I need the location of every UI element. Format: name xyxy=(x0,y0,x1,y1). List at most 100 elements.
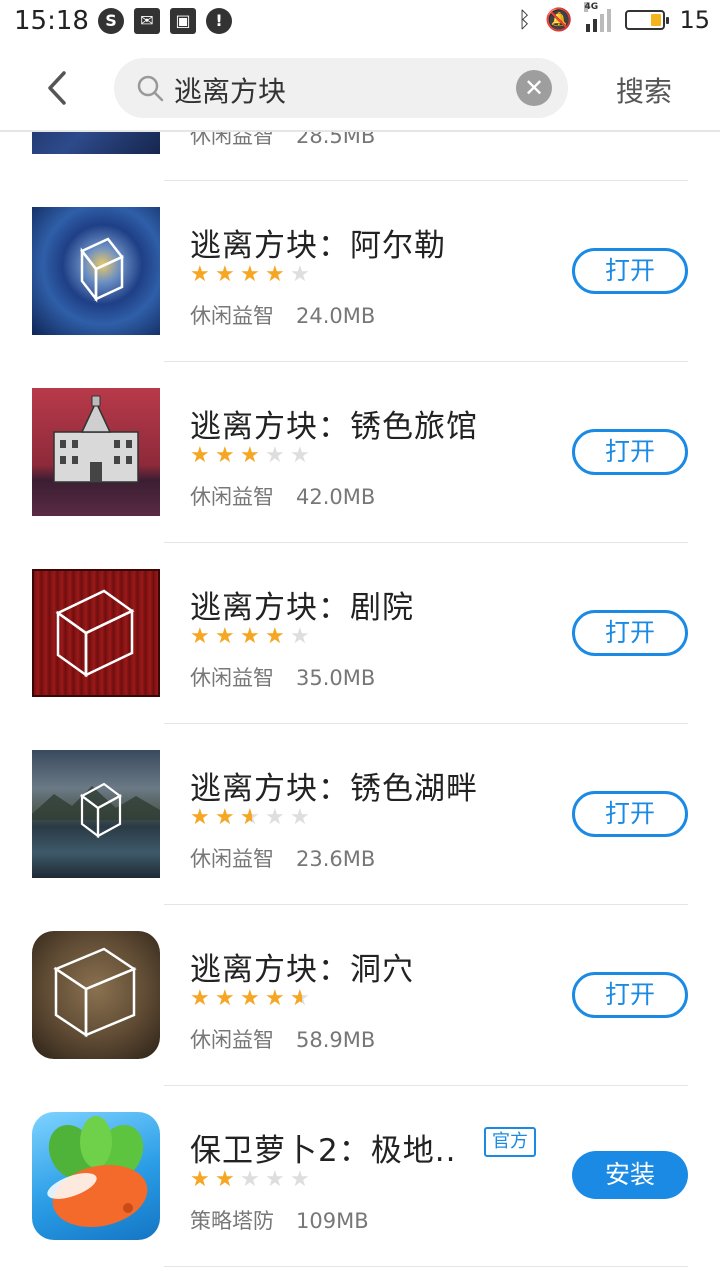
mail-notification-icon: ✉ xyxy=(134,8,160,34)
app-meta: 休闲益智 28.5MB xyxy=(190,132,376,148)
divider xyxy=(164,1266,688,1267)
app-title: 保卫萝卜2：极地.. xyxy=(190,1133,457,1169)
star-full-icon: ★ xyxy=(265,262,285,287)
mute-icon: 🔕 xyxy=(545,7,573,33)
star-empty-icon: ★ xyxy=(265,443,285,468)
app-size: 23.6MB xyxy=(296,847,376,871)
star-full-icon: ★ xyxy=(240,986,260,1011)
star-empty-icon: ★ xyxy=(265,805,285,830)
app-icon xyxy=(32,207,160,335)
app-title: 逃离方块：阿尔勒 xyxy=(190,228,446,264)
star-full-icon: ★ xyxy=(190,262,210,287)
chevron-left-icon xyxy=(48,71,66,105)
star-full-icon: ★ xyxy=(190,805,210,830)
app-size: 42.0MB xyxy=(296,485,376,509)
list-item[interactable]: 逃离方块：锈色湖畔 ★★★★★ 休闲益智23.6MB 打开 xyxy=(0,723,720,905)
app-category: 策略塔防 xyxy=(190,1209,274,1233)
status-right: ᛒ 🔕 4G 15 xyxy=(517,2,710,34)
app-size: 35.0MB xyxy=(296,666,376,690)
search-header: 逃离方块 ✕ 搜索 xyxy=(0,44,720,132)
battery-percent: 15 xyxy=(679,6,710,34)
app-meta: 休闲益智 23.6MB xyxy=(190,843,375,873)
open-button[interactable]: 打开 xyxy=(572,429,688,475)
open-button[interactable]: 打开 xyxy=(572,248,688,294)
app-size: 109MB xyxy=(296,1209,369,1233)
rating-stars: ★ ★ ★ ★ ★ xyxy=(190,626,313,648)
rating-stars: ★ ★ ★ ★ ★ xyxy=(190,445,313,467)
list-item[interactable]: 保卫萝卜2：极地.. 官方 ★ ★ ★ ★ ★ 策略塔防 109MB 安装 xyxy=(0,1085,720,1267)
app-size: 24.0MB xyxy=(296,304,376,328)
open-button[interactable]: 打开 xyxy=(572,972,688,1018)
app-title: 逃离方块：洞穴 xyxy=(190,952,414,988)
app-title: 逃离方块：锈色湖畔 xyxy=(190,771,478,807)
star-full-icon: ★ xyxy=(240,443,260,468)
app-category: 休闲益智 xyxy=(190,485,274,509)
star-full-icon: ★ xyxy=(215,986,235,1011)
star-empty-icon: ★ xyxy=(290,805,310,830)
image-notification-icon: ▣ xyxy=(170,8,196,34)
app-meta: 休闲益智 35.0MB xyxy=(190,662,375,692)
star-full-icon: ★ xyxy=(215,1167,235,1192)
star-empty-icon: ★ xyxy=(290,1167,310,1192)
app-icon xyxy=(32,931,160,1059)
star-full-icon: ★ xyxy=(215,624,235,649)
star-empty-icon: ★ xyxy=(265,1167,285,1192)
signal-icon: 4G xyxy=(584,2,612,32)
app-meta: 休闲益智 24.0MB xyxy=(190,300,375,330)
battery-icon xyxy=(625,10,670,30)
app-category: 休闲益智 xyxy=(190,1028,274,1052)
notification-icons: S ✉ ▣ ! xyxy=(98,8,232,34)
star-full-icon: ★ xyxy=(265,986,285,1011)
list-item[interactable]: 逃离方块：阿尔勒 ★ ★ ★ ★ ★ 休闲益智 24.0MB 打开 xyxy=(0,180,720,362)
app-title: 逃离方块：剧院 xyxy=(190,590,414,626)
rating-stars: ★ ★ ★ ★ ★ xyxy=(190,986,313,1011)
app-icon xyxy=(32,569,160,697)
app-notification-icon: S xyxy=(98,8,124,34)
search-input[interactable]: 逃离方块 ✕ xyxy=(114,58,568,118)
star-full-icon: ★ xyxy=(215,805,235,830)
clear-search-button[interactable]: ✕ xyxy=(516,70,552,106)
star-full-icon: ★ xyxy=(190,624,210,649)
app-meta: 策略塔防 109MB xyxy=(190,1205,369,1235)
star-full-icon: ★ xyxy=(190,1167,210,1192)
star-full-icon: ★ xyxy=(240,262,260,287)
list-item-partial[interactable]: 休闲益智 28.5MB xyxy=(0,132,720,181)
status-bar: 15:18 S ✉ ▣ ! ᛒ 🔕 4G 15 xyxy=(0,0,720,44)
network-type-label: 4G xyxy=(584,2,599,12)
star-full-icon: ★ xyxy=(215,443,235,468)
app-icon xyxy=(32,132,160,154)
search-button[interactable]: 搜索 xyxy=(616,70,672,110)
star-empty-icon: ★ xyxy=(290,262,310,287)
rating-stars: ★ ★ ★ ★ ★ xyxy=(190,805,313,830)
app-title: 逃离方块：锈色旅馆 xyxy=(190,409,478,445)
star-empty-icon: ★ xyxy=(290,443,310,468)
back-button[interactable] xyxy=(40,70,76,106)
app-category: 休闲益智 xyxy=(190,847,274,871)
star-empty-icon: ★ xyxy=(290,624,310,649)
star-full-icon: ★ xyxy=(215,262,235,287)
app-meta: 休闲益智 42.0MB xyxy=(190,481,375,511)
install-button[interactable]: 安装 xyxy=(572,1151,688,1199)
star-full-icon: ★ xyxy=(240,624,260,649)
app-icon xyxy=(32,1112,160,1240)
open-button[interactable]: 打开 xyxy=(572,791,688,837)
star-empty-icon: ★ xyxy=(240,1167,260,1192)
star-full-icon: ★ xyxy=(190,986,210,1011)
app-icon xyxy=(32,750,160,878)
app-icon xyxy=(32,388,160,516)
rating-stars: ★ ★ ★ ★ ★ xyxy=(190,264,313,286)
list-item[interactable]: 逃离方块：洞穴 ★★★★★ 休闲益智58.9MB 打开 xyxy=(0,904,720,1086)
alert-notification-icon: ! xyxy=(206,8,232,34)
search-query[interactable]: 逃离方块 xyxy=(174,70,286,110)
app-category: 休闲益智 xyxy=(190,304,274,328)
open-button[interactable]: 打开 xyxy=(572,610,688,656)
star-full-icon: ★ xyxy=(190,443,210,468)
list-item[interactable]: 逃离方块：剧院 ★ ★ ★ ★ ★ 休闲益智 35.0MB 打开 xyxy=(0,542,720,724)
star-half-icon: ★ xyxy=(240,807,263,830)
battery-level-fill xyxy=(651,14,662,26)
bluetooth-icon: ᛒ xyxy=(517,7,532,33)
search-results-list: 休闲益智 28.5MB 逃离方块：阿尔勒 ★ ★ ★ ★ ★ 休闲益智 24.0MB 打开 xyxy=(0,132,720,1280)
list-item[interactable]: 逃离方块：锈色旅馆 ★ ★ ★ ★ ★ 休闲益智 42.0MB 打开 xyxy=(0,361,720,543)
status-time: 15:18 xyxy=(14,6,89,36)
rating-stars: ★ ★ ★ ★ ★ xyxy=(190,1169,313,1191)
